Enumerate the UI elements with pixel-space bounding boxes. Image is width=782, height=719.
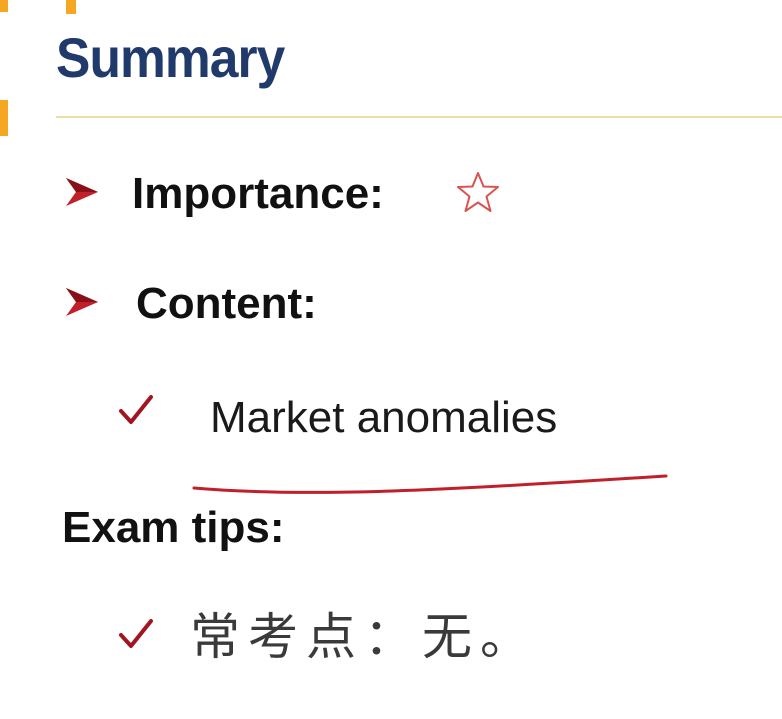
title-divider	[56, 116, 782, 118]
exam-tips-heading: Exam tips:	[62, 503, 285, 552]
accent-bar-left	[0, 100, 8, 136]
checkmark-icon	[119, 619, 153, 648]
checkmark-icon	[119, 395, 153, 424]
importance-label: Importance:	[132, 169, 384, 218]
accent-tick	[66, 0, 76, 14]
market-anomalies-text: Market anomalies	[210, 393, 558, 442]
exam-tip-text: 常考点：无。	[190, 608, 538, 666]
content-label: Content:	[136, 279, 317, 328]
arrow-bullet-icon	[66, 288, 98, 316]
red-underline-annotation	[192, 474, 668, 494]
accent-bar-top	[0, 0, 8, 12]
arrow-bullet-icon	[66, 178, 98, 206]
star-outline-icon	[457, 172, 499, 212]
slide-title: Summary	[56, 26, 285, 89]
